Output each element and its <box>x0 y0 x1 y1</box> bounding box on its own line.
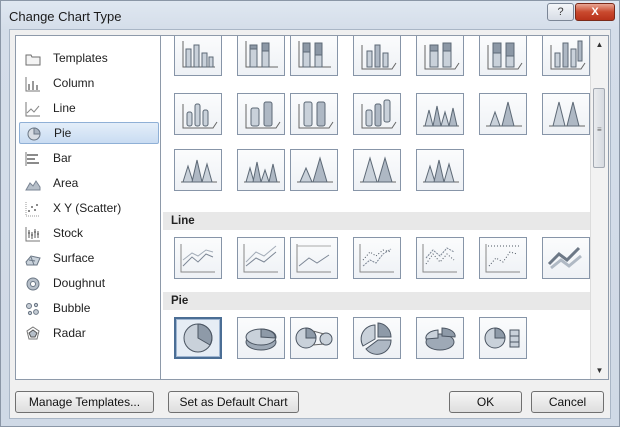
pie-thumb-3d-exploded[interactable] <box>416 317 464 359</box>
ok-button[interactable]: OK <box>449 391 522 413</box>
chart-type-label: Bubble <box>53 301 91 315</box>
column-thumb-100[interactable] <box>290 36 338 76</box>
chart-type-label: Doughnut <box>53 276 106 290</box>
chart-type-pie[interactable]: Pie <box>19 122 159 144</box>
column-thumb-stacked[interactable] <box>237 36 285 76</box>
gallery-scrollbar[interactable]: ▲ ≡ ▼ <box>590 36 608 379</box>
chart-type-line[interactable]: Line <box>19 98 159 120</box>
chart-type-label: Line <box>53 101 76 115</box>
pie-thumb-pie-of-pie[interactable] <box>290 317 338 359</box>
pie-thumb-bar-of-pie[interactable] <box>479 317 527 359</box>
line-thumb-3d[interactable] <box>542 237 590 279</box>
manage-templates-button[interactable]: Manage Templates... <box>15 391 154 413</box>
doughnut-chart-icon <box>26 277 40 291</box>
pie-chart-icon <box>27 127 41 141</box>
line-thumb-100[interactable] <box>290 237 338 279</box>
chart-type-radar[interactable]: Radar <box>19 323 159 345</box>
column-thumb-clustered[interactable] <box>174 36 222 76</box>
dialog-title: Change Chart Type <box>9 9 122 24</box>
scrollbar-thumb[interactable]: ≡ <box>593 88 605 168</box>
scroll-down-arrow-icon[interactable]: ▼ <box>591 362 608 379</box>
chart-type-label: Stock <box>53 226 84 240</box>
chart-type-label: Templates <box>53 51 108 65</box>
set-default-chart-button[interactable]: Set as Default Chart <box>168 391 299 413</box>
close-button[interactable]: X <box>575 3 615 21</box>
line-thumb-markers[interactable] <box>353 237 401 279</box>
column-thumb-cylinder-3d[interactable] <box>353 93 401 135</box>
line-chart-icon <box>25 102 40 117</box>
pie-thumb-exploded[interactable] <box>353 317 401 359</box>
column-thumb-cone-100[interactable] <box>542 93 590 135</box>
chart-type-area[interactable]: Area <box>19 173 159 195</box>
scatter-chart-icon <box>25 202 40 217</box>
column-thumb-3d-100[interactable] <box>479 36 527 76</box>
scroll-up-arrow-icon[interactable]: ▲ <box>591 36 608 53</box>
line-thumb-line[interactable] <box>174 237 222 279</box>
chart-type-label: Surface <box>53 251 95 265</box>
chart-type-label: Column <box>53 76 95 90</box>
stock-chart-icon <box>25 227 40 242</box>
column-chart-icon <box>25 77 40 92</box>
bar-chart-icon <box>25 152 39 166</box>
chart-type-stock[interactable]: Stock <box>19 223 159 245</box>
chart-type-list: Templates Column Line Pie Bar Area X Y (… <box>15 35 163 380</box>
bubble-chart-icon <box>26 302 39 316</box>
column-thumb-cylinder-stacked[interactable] <box>237 93 285 135</box>
cancel-button[interactable]: Cancel <box>531 391 604 413</box>
column-thumb-3d-stacked[interactable] <box>416 36 464 76</box>
chart-type-scatter[interactable]: X Y (Scatter) <box>19 198 159 220</box>
column-thumb-pyramid-100[interactable] <box>353 149 401 191</box>
chart-type-label: Radar <box>53 326 86 340</box>
line-thumb-stacked-markers[interactable] <box>416 237 464 279</box>
chart-type-column[interactable]: Column <box>19 73 159 95</box>
title-bar: Change Chart Type ? X <box>1 1 619 31</box>
column-thumb-3d[interactable] <box>542 36 590 76</box>
chart-type-surface[interactable]: Surface <box>19 248 159 270</box>
dialog-body: Templates Column Line Pie Bar Area X Y (… <box>9 29 611 419</box>
chart-type-doughnut[interactable]: Doughnut <box>19 273 159 295</box>
column-thumb-pyramid-stacked[interactable] <box>290 149 338 191</box>
chart-type-label: Area <box>53 176 79 190</box>
column-thumb-pyramid-3d[interactable] <box>416 149 464 191</box>
chart-type-templates[interactable]: Templates <box>19 48 159 70</box>
change-chart-type-dialog: Change Chart Type ? X Templates Column L… <box>0 0 620 427</box>
column-thumb-cone-clustered[interactable] <box>416 93 464 135</box>
section-header-pie: Pie <box>163 292 597 310</box>
help-button[interactable]: ? <box>547 3 574 21</box>
column-thumb-cone-stacked[interactable] <box>479 93 527 135</box>
line-thumb-100-markers[interactable] <box>479 237 527 279</box>
chart-type-label: Bar <box>53 151 72 165</box>
pie-thumb-3d[interactable] <box>237 317 285 359</box>
column-thumb-cylinder-100[interactable] <box>290 93 338 135</box>
chart-type-bubble[interactable]: Bubble <box>19 298 159 320</box>
column-thumb-3d-clustered[interactable] <box>353 36 401 76</box>
pie-thumb-pie[interactable] <box>174 317 222 359</box>
column-thumb-cone-3d[interactable] <box>174 149 222 191</box>
chart-type-label: Pie <box>54 126 72 140</box>
chart-type-bar[interactable]: Bar <box>19 148 159 170</box>
chart-subtype-gallery: Line Pie ▲ ≡ ▼ <box>160 35 609 380</box>
chart-type-label: X Y (Scatter) <box>53 201 122 215</box>
section-header-line: Line <box>163 212 597 230</box>
area-chart-icon <box>25 180 41 191</box>
grip-icon: ≡ <box>597 125 602 134</box>
folder-icon <box>25 54 41 66</box>
radar-chart-icon <box>26 326 40 340</box>
surface-chart-icon <box>25 255 41 266</box>
line-thumb-stacked[interactable] <box>237 237 285 279</box>
column-thumb-cylinder-clustered[interactable] <box>174 93 222 135</box>
column-thumb-pyramid-clustered[interactable] <box>237 149 285 191</box>
